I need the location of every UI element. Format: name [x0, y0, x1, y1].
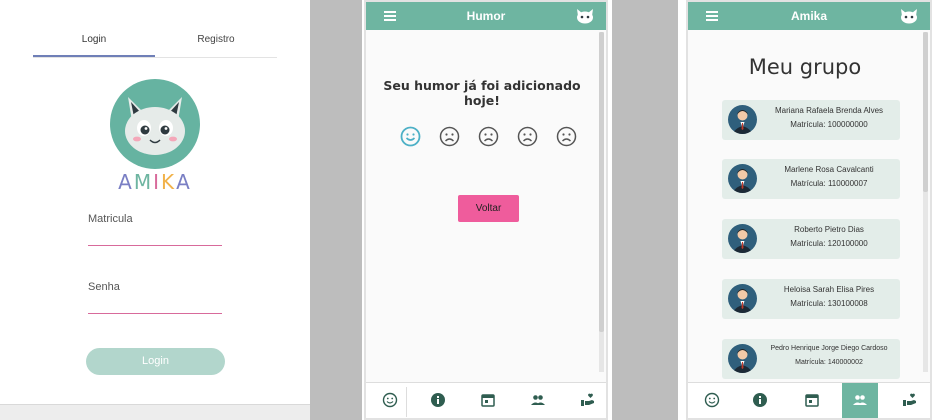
scrollbar[interactable] [923, 32, 928, 372]
info-icon [753, 393, 767, 407]
panel-separator [310, 0, 362, 420]
password-field-label: Senha [88, 281, 120, 293]
member-card[interactable]: Marlene Rosa Cavalcanti Matrícula: 11000… [722, 159, 900, 199]
app-bar: Humor [366, 2, 606, 30]
care-icon [581, 393, 594, 406]
user-avatar-icon [728, 105, 757, 134]
calendar-icon [805, 394, 819, 407]
member-card[interactable]: Roberto Pietro Dias Matrícula: 120100000 [722, 219, 900, 259]
member-name: Pedro Henrique Jorge Diego Cardoso [770, 345, 888, 352]
login-footer-divider [0, 404, 310, 420]
nav-group[interactable] [514, 383, 562, 418]
brand-letter: K [161, 170, 177, 194]
brand-letter: M [133, 170, 154, 194]
nav-care[interactable] [564, 383, 606, 418]
calendar-icon [481, 394, 495, 407]
mood-screen: Humor Seu humor já foi adicionado hoje! … [364, 0, 608, 420]
frowning-face-icon[interactable] [556, 126, 577, 147]
member-name: Marlene Rosa Cavalcanti [784, 165, 874, 174]
user-avatar-icon [728, 344, 757, 373]
member-enrollment: Matrícula: 100000000 [790, 120, 868, 129]
enrollment-field-label: Matricula [88, 213, 133, 225]
brand-letter: A [118, 170, 134, 194]
member-name: Mariana Rafaela Brenda Alves [774, 106, 884, 115]
user-avatar-icon [728, 164, 757, 193]
member-name: Roberto Pietro Dias [794, 225, 864, 234]
member-card[interactable]: Mariana Rafaela Brenda Alves Matrícula: … [722, 100, 900, 140]
app-bar-title: Humor [466, 9, 506, 23]
scrollbar-thumb[interactable] [599, 32, 604, 332]
member-card[interactable]: Heloisa Sarah Elisa Pires Matrícula: 130… [722, 279, 900, 319]
member-enrollment: Matrícula: 140000002 [795, 359, 863, 366]
page-title: Meu grupo [748, 55, 862, 79]
cat-face-icon [125, 97, 185, 155]
member-enrollment: Matrícula: 130100008 [790, 299, 868, 308]
care-icon [903, 393, 916, 406]
mood-icon [704, 392, 720, 408]
frowning-face-icon[interactable] [517, 126, 538, 147]
nav-mood[interactable] [688, 383, 736, 418]
panel-separator [612, 0, 678, 420]
nav-care[interactable] [890, 383, 930, 418]
mood-options [400, 126, 580, 148]
nav-info[interactable] [414, 383, 462, 418]
tab-register[interactable]: Registro [155, 26, 277, 57]
member-enrollment: Matrícula: 110000007 [790, 179, 868, 188]
app-bar: Amika [688, 2, 930, 30]
info-icon [431, 393, 445, 407]
cat-avatar-icon[interactable] [900, 8, 918, 24]
mood-message: Seu humor já foi adicionado hoje! [383, 78, 581, 108]
login-screen: Login Registro AMIKA Matricula Senha Log… [0, 0, 310, 420]
member-card[interactable]: Pedro Henrique Jorge Diego Cardoso Matrí… [722, 339, 900, 379]
back-button[interactable]: Voltar [458, 195, 519, 222]
member-name: Heloisa Sarah Elisa Pires [783, 285, 875, 294]
frowning-face-icon[interactable] [439, 126, 460, 147]
tab-login[interactable]: Login [33, 26, 155, 57]
brand-letter: A [176, 170, 192, 194]
user-avatar-icon [728, 224, 757, 253]
smiling-face-icon[interactable] [400, 126, 421, 147]
group-icon [531, 395, 545, 405]
login-button[interactable]: Login [86, 348, 225, 375]
scrollbar-thumb[interactable] [923, 32, 928, 192]
enrollment-input[interactable] [88, 245, 222, 246]
nav-calendar[interactable] [788, 383, 836, 418]
app-bar-title: Amika [790, 9, 828, 23]
scrollbar[interactable] [599, 32, 604, 372]
nav-divider [406, 387, 407, 417]
nav-info[interactable] [736, 383, 784, 418]
cat-avatar-icon[interactable] [576, 8, 594, 24]
amika-cat-logo [110, 79, 200, 169]
nav-calendar[interactable] [464, 383, 512, 418]
user-avatar-icon [728, 284, 757, 313]
password-input[interactable] [88, 313, 222, 314]
member-enrollment: Matrícula: 120100000 [790, 239, 868, 248]
login-tab-bar: Login Registro [33, 26, 277, 58]
group-icon [853, 395, 867, 405]
bottom-nav [366, 382, 606, 418]
brand-letter: I [153, 170, 162, 194]
bottom-nav [688, 382, 930, 418]
nav-group[interactable] [842, 383, 878, 418]
group-screen: Amika Meu grupo Mariana Rafaela Brenda A… [686, 0, 932, 420]
mood-icon [382, 392, 398, 408]
frowning-face-icon[interactable] [478, 126, 499, 147]
brand-wordmark: AMIKA [96, 170, 214, 194]
